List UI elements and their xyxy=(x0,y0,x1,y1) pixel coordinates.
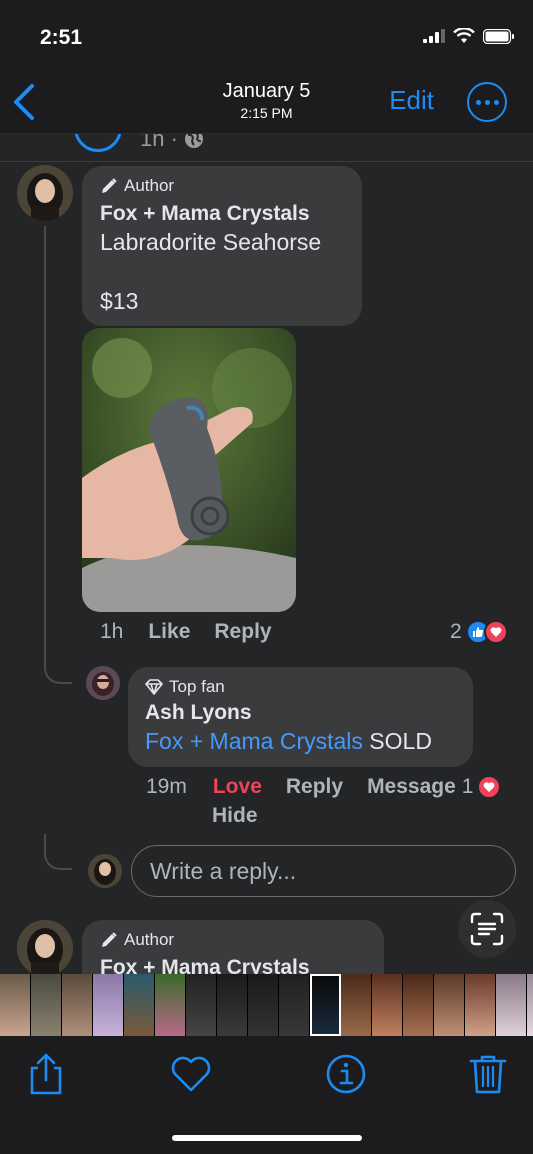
dot xyxy=(484,99,490,105)
thumbnail[interactable] xyxy=(403,974,434,1036)
previous-comment-meta: 1h · xyxy=(140,134,204,152)
comment-time: 1h xyxy=(100,620,124,643)
thumbnail[interactable] xyxy=(372,974,403,1036)
author-badge: Author xyxy=(100,930,366,950)
love-reaction-icon xyxy=(483,620,508,644)
pen-icon xyxy=(102,932,117,947)
thumbnail[interactable] xyxy=(186,974,217,1036)
thumbnail[interactable] xyxy=(62,974,93,1036)
dot xyxy=(493,99,499,105)
nav-date: January 5 xyxy=(222,80,311,102)
pen-icon xyxy=(102,178,117,193)
avatar[interactable] xyxy=(88,854,122,888)
signal-icon xyxy=(423,29,445,43)
previous-comment-time: 1h · xyxy=(140,134,178,151)
avatar[interactable] xyxy=(17,920,73,974)
status-icons xyxy=(423,28,515,44)
avatar[interactable] xyxy=(86,666,120,700)
delete-button[interactable] xyxy=(466,1052,510,1096)
wifi-icon xyxy=(453,28,475,43)
nav-title: January 5 2:15 PM xyxy=(0,80,533,121)
thumbnail[interactable] xyxy=(248,974,279,1036)
more-options-button[interactable] xyxy=(467,82,507,122)
favorite-button[interactable] xyxy=(169,1052,213,1096)
badge-label: Author xyxy=(124,930,175,949)
photo-content: 1h · Author Fox + Mama Crystals Labrador xyxy=(0,134,533,974)
status-time: 2:51 xyxy=(40,26,83,49)
commenter-name[interactable]: Fox + Mama Crystals xyxy=(100,202,344,226)
thumbnail[interactable] xyxy=(496,974,527,1036)
love-reaction-icon[interactable] xyxy=(477,775,502,799)
thread-line xyxy=(44,226,46,670)
badge-label: Top fan xyxy=(169,677,225,696)
mention-link[interactable]: Fox + Mama Crystals xyxy=(145,728,363,754)
hide-row: Hide xyxy=(212,804,258,828)
badge-label: Author xyxy=(124,176,175,195)
thumbnail[interactable] xyxy=(465,974,496,1036)
author-badge: Author xyxy=(100,176,344,196)
comment-bubble: Author Fox + Mama Crystals Labradorite S… xyxy=(82,166,362,326)
commenter-name[interactable]: Ash Lyons xyxy=(145,701,456,725)
thumbnail[interactable] xyxy=(155,974,186,1036)
nav-bar: January 5 2:15 PM Edit xyxy=(0,70,533,134)
nav-time: 2:15 PM xyxy=(240,105,293,121)
thumbnail[interactable] xyxy=(310,974,341,1036)
thread-connector xyxy=(44,834,72,870)
message-button[interactable]: Message xyxy=(367,775,456,799)
reaction-count: 2 xyxy=(450,620,462,643)
reaction-count: 1 xyxy=(461,775,474,798)
comment-price: $13 xyxy=(100,288,139,314)
thumbnail[interactable] xyxy=(31,974,62,1036)
trash-icon xyxy=(469,1055,507,1094)
share-icon xyxy=(30,1053,62,1095)
globe-icon xyxy=(185,134,204,148)
thumbnail[interactable] xyxy=(527,974,533,1036)
info-button[interactable] xyxy=(324,1052,368,1096)
reply-bubble: Top fan Ash Lyons Fox + Mama Crystals SO… xyxy=(128,667,473,767)
comment-bubble: Author Fox + Mama Crystals xyxy=(82,920,384,974)
reply-text: Fox + Mama Crystals SOLD xyxy=(145,727,456,756)
heart-icon xyxy=(171,1056,211,1092)
thread-connector xyxy=(44,654,72,684)
thumbnail[interactable] xyxy=(0,974,31,1036)
previous-comment-strip: 1h · xyxy=(0,134,533,162)
write-reply-input[interactable]: Write a reply... xyxy=(131,845,516,897)
reply-button[interactable]: Reply xyxy=(286,775,343,799)
thumbnail[interactable] xyxy=(93,974,124,1036)
diamond-icon xyxy=(145,679,163,695)
love-button[interactable]: Love xyxy=(213,775,262,799)
thumbnail[interactable] xyxy=(124,974,155,1036)
reply-button[interactable]: Reply xyxy=(214,620,271,644)
thumbnail[interactable] xyxy=(279,974,310,1036)
info-icon xyxy=(326,1054,366,1094)
photo-filmstrip[interactable] xyxy=(0,974,533,1036)
reply-message: SOLD xyxy=(369,728,432,754)
edit-button[interactable]: Edit xyxy=(389,85,434,116)
reaction-summary[interactable]: 2 xyxy=(450,620,508,644)
share-button[interactable] xyxy=(24,1052,68,1096)
like-button[interactable]: Like xyxy=(148,620,190,644)
text-scan-icon xyxy=(470,912,504,946)
comment-photo[interactable] xyxy=(82,328,296,612)
avatar[interactable] xyxy=(17,165,73,221)
reply-time: 19m xyxy=(146,775,187,798)
reply-actions: 19m Love Reply Message 1 xyxy=(146,775,502,799)
thumbnail[interactable] xyxy=(217,974,248,1036)
avatar xyxy=(74,134,122,152)
dot xyxy=(475,99,481,105)
thumbnail[interactable] xyxy=(434,974,465,1036)
comment-actions: 1h Like Reply xyxy=(100,620,272,644)
hide-button[interactable]: Hide xyxy=(212,804,258,828)
comment-text: Labradorite Seahorse xyxy=(100,229,322,255)
live-text-button[interactable] xyxy=(458,900,516,958)
home-indicator[interactable] xyxy=(172,1135,362,1141)
battery-icon xyxy=(483,28,514,44)
commenter-name[interactable]: Fox + Mama Crystals xyxy=(100,956,366,974)
top-fan-badge: Top fan xyxy=(145,677,456,697)
status-bar: 2:51 xyxy=(0,0,533,70)
thumbnail[interactable] xyxy=(341,974,372,1036)
